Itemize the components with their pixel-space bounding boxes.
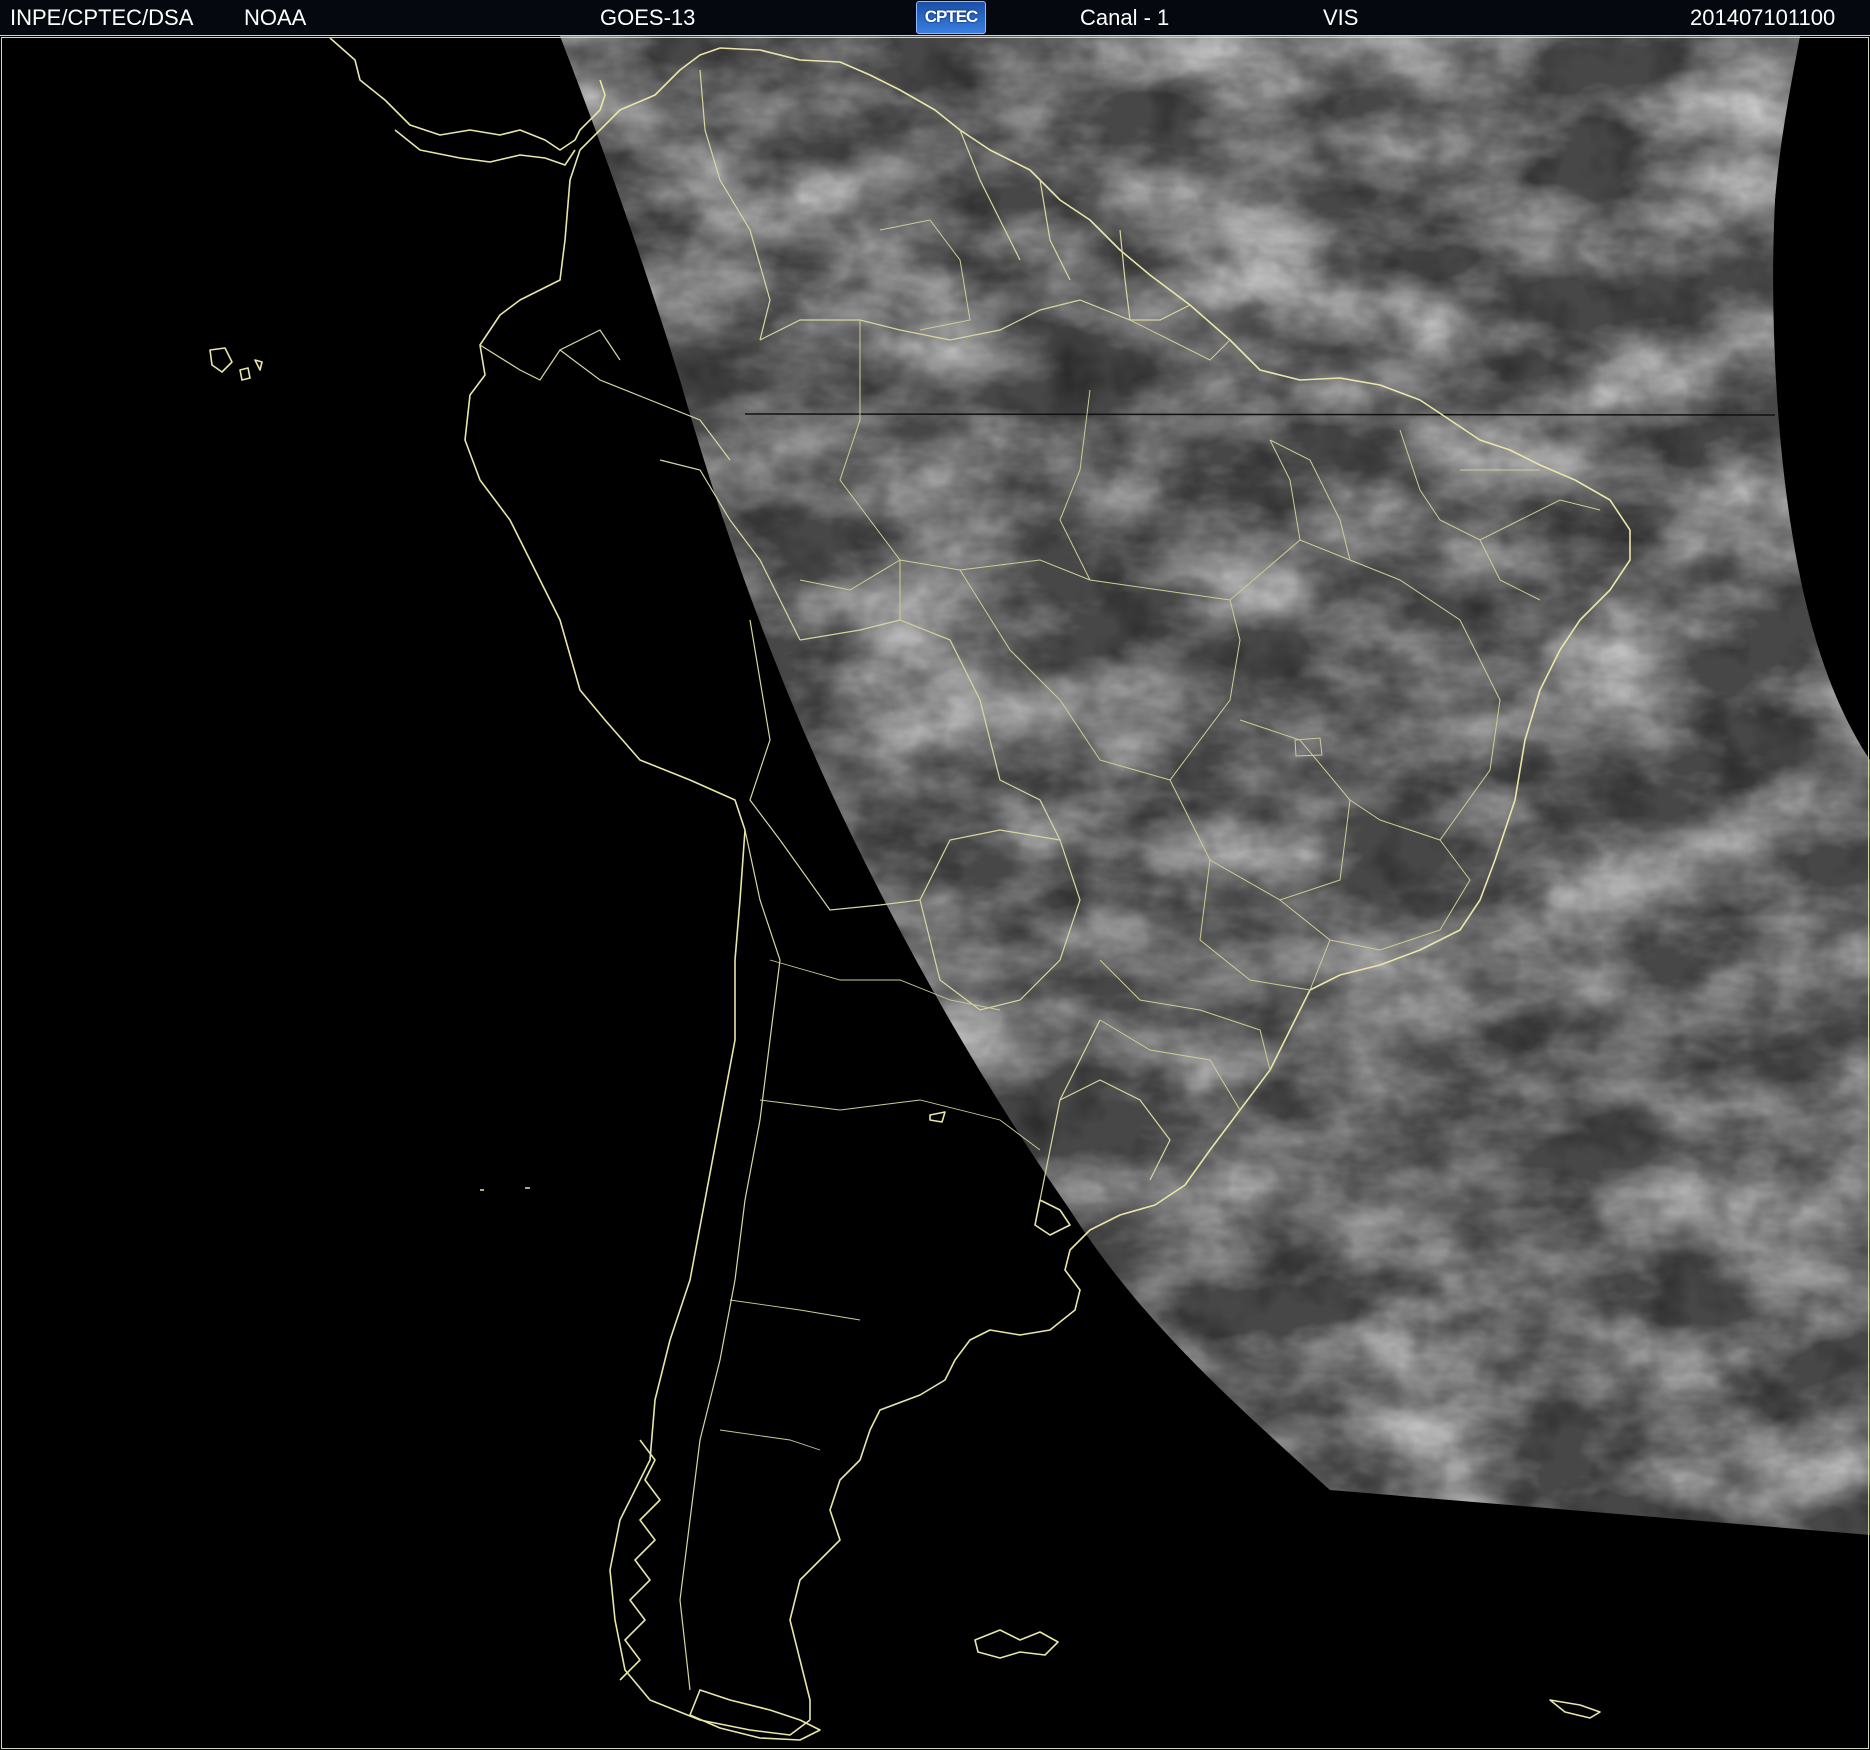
cptec-logo: CPTEC bbox=[916, 1, 986, 34]
agency-label: NOAA bbox=[244, 5, 307, 30]
equator-line bbox=[744, 413, 1776, 416]
image-header: INPE/CPTEC/DSA NOAA GOES-13 CPTEC Canal … bbox=[0, 0, 1870, 36]
channel-label: Canal - 1 bbox=[1080, 5, 1170, 30]
org-label: INPE/CPTEC/DSA bbox=[10, 5, 194, 30]
band-label: VIS bbox=[1323, 5, 1359, 30]
satellite-label: GOES-13 bbox=[600, 5, 696, 30]
timestamp-label: 201407101100 bbox=[1690, 5, 1836, 30]
satellite-map bbox=[0, 36, 1870, 1750]
